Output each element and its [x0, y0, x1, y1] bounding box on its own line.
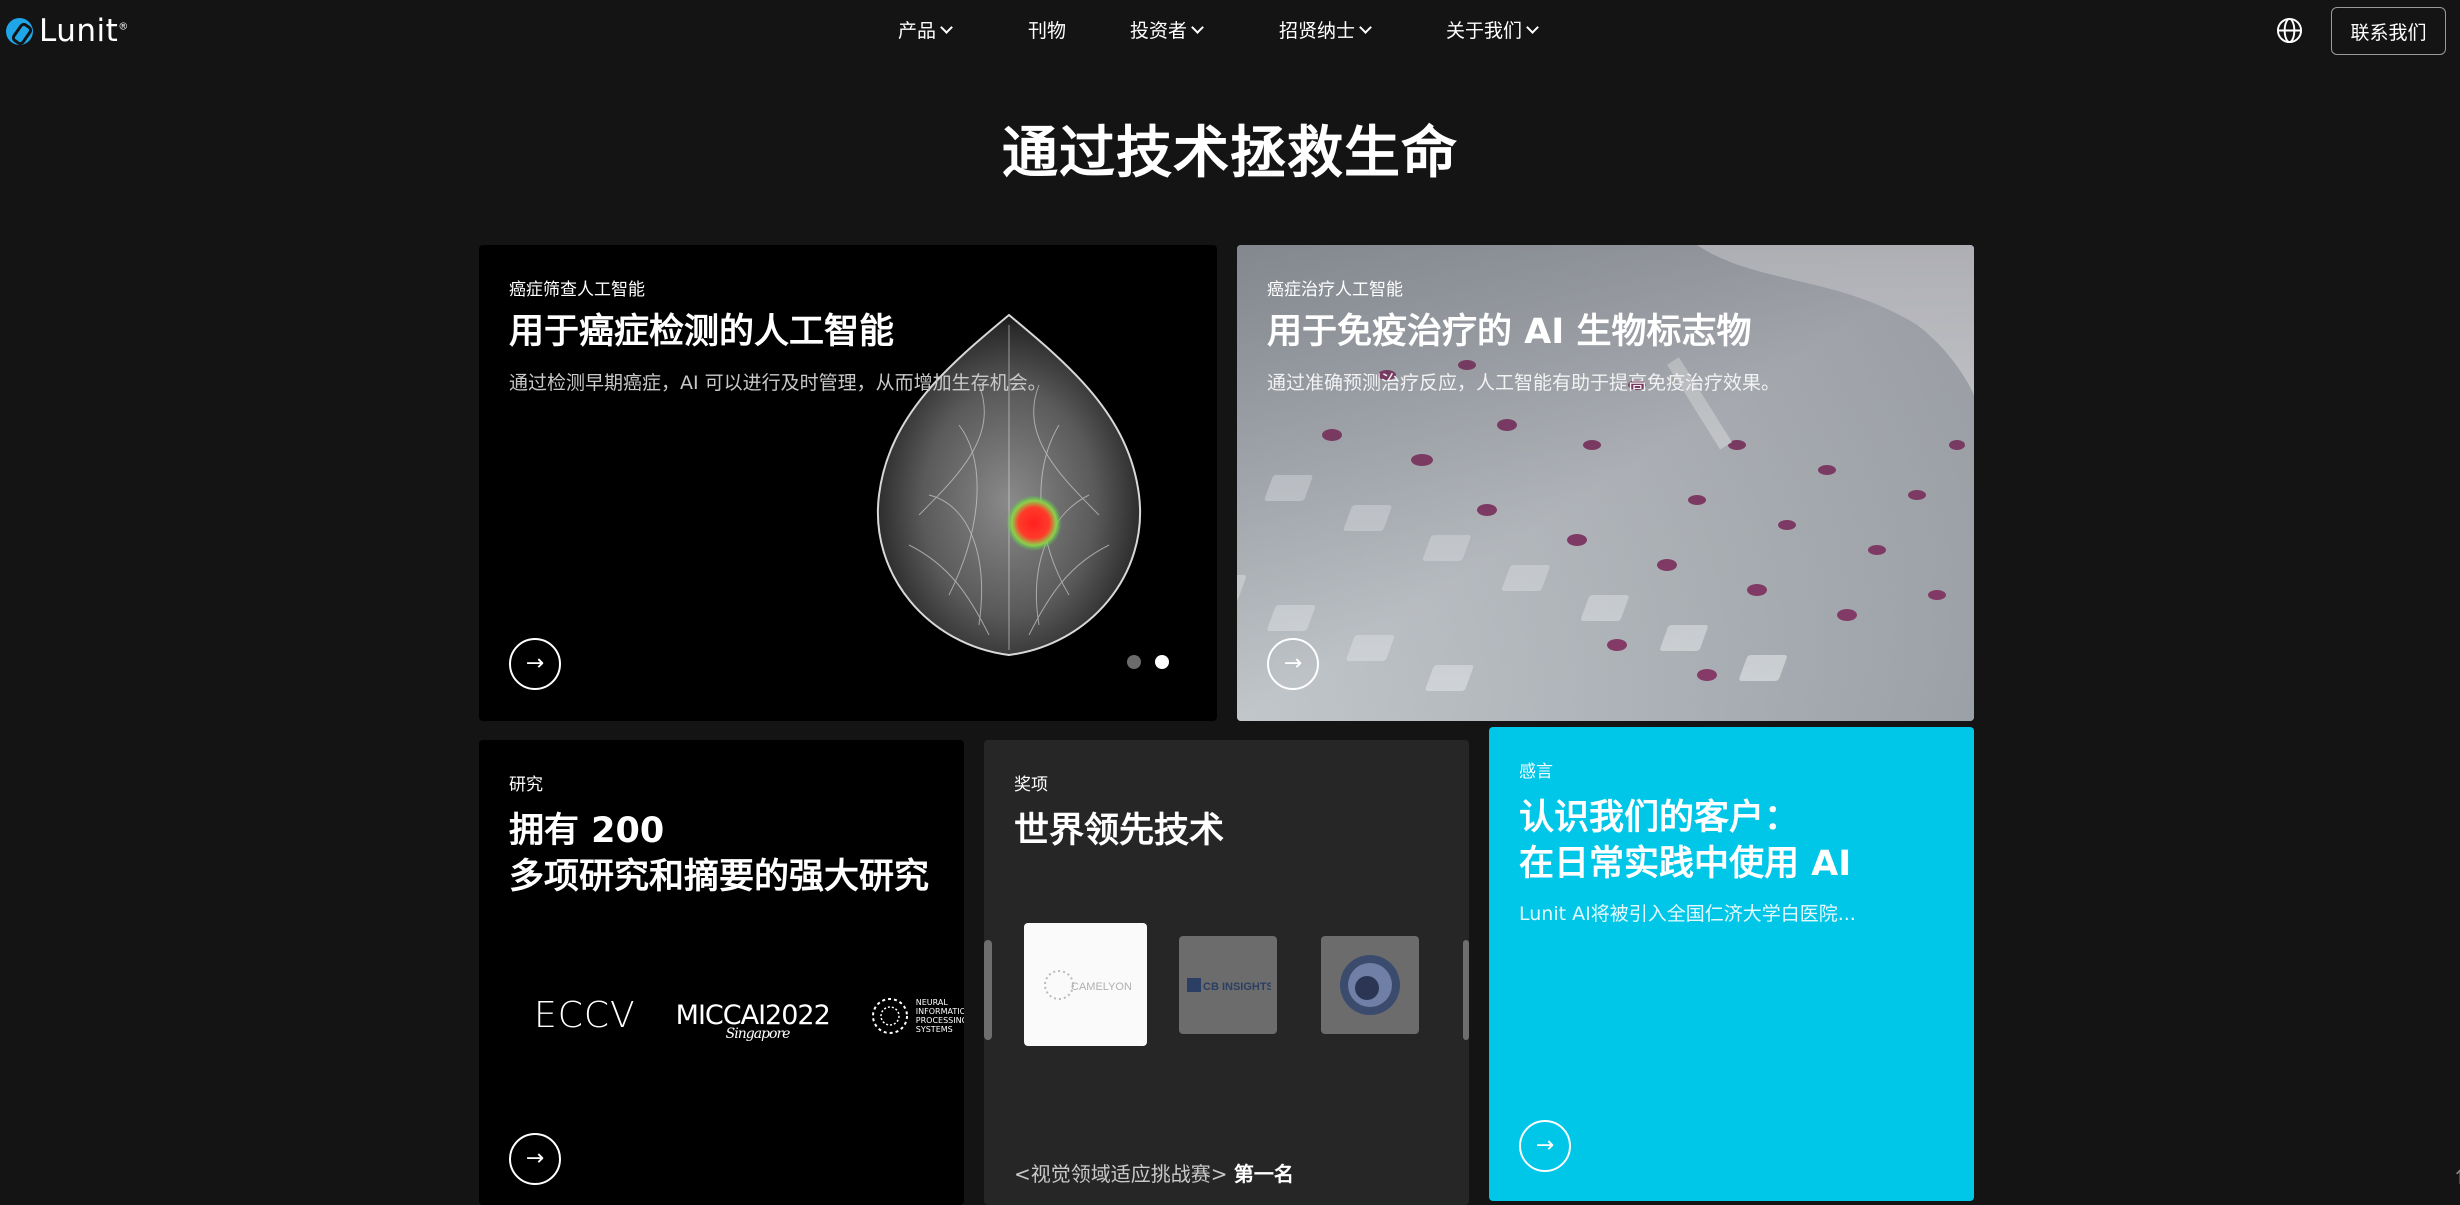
award-caption: <视觉领域适应挑战赛> 第一名: [1014, 1162, 1294, 1186]
lunit-logo-mark-icon: [6, 17, 33, 45]
camelyon-logo: CAMELYON17: [1024, 923, 1147, 1046]
conference-logos: ECCV MICCAI2022 Singapore NEURAL INFORMA…: [534, 995, 964, 1042]
card-arrow-button[interactable]: →: [509, 638, 561, 690]
arrow-right-icon: →: [525, 651, 545, 676]
award-trophy-logo: [1321, 936, 1419, 1034]
contact-us-button[interactable]: 联系我们: [2331, 7, 2446, 55]
menu-item-publications[interactable]: 刊物: [1028, 16, 1066, 43]
carousel-dot[interactable]: [1127, 655, 1141, 669]
card-kicker: 研究: [509, 775, 543, 795]
chevron-down-icon: [1191, 20, 1204, 34]
awards-logo-carousel: CAMELYON17 CB INSIGHTS: [984, 923, 1469, 1070]
menu-item-careers[interactable]: 招贤纳士: [1279, 16, 1372, 43]
carousel-dots: [1127, 655, 1169, 669]
menu-item-about[interactable]: 关于我们: [1446, 16, 1539, 43]
miccai-logo: MICCAI2022 Singapore: [675, 1000, 831, 1042]
menu-item-label: 招贤纳士: [1279, 20, 1356, 42]
card-kicker: 感言: [1519, 762, 1553, 782]
menu-item-label: 产品: [898, 20, 937, 42]
lunit-logo[interactable]: Lunit®: [6, 13, 129, 49]
card-description: 通过准确预测治疗反应，人工智能有助于提高免疫治疗效果。: [1267, 372, 1781, 394]
chevron-down-icon: [940, 20, 953, 34]
chevron-down-icon: [1359, 20, 1372, 34]
menu-item-investors[interactable]: 投资者: [1130, 16, 1204, 43]
cbinsights-logo: CB INSIGHTS: [1179, 936, 1277, 1034]
card-kicker: 癌症治疗人工智能: [1267, 280, 1403, 300]
neurips-mark-icon: [871, 997, 908, 1034]
svg-text:CB INSIGHTS: CB INSIGHTS: [1203, 981, 1271, 993]
card-testimonial[interactable]: 感言 认识我们的客户： 在日常实践中使用 AI Lunit AI将被引入全国仁济…: [1489, 727, 1974, 1201]
arrow-right-icon: →: [1283, 651, 1303, 676]
logo-text: Lunit®: [39, 13, 129, 49]
mammogram-image: [876, 313, 1142, 657]
menu-item-label: 投资者: [1130, 20, 1188, 42]
top-navbar: Lunit® 产品 刊物 投资者 招贤纳士 关于我们 联系我们: [0, 0, 2460, 62]
globe-icon[interactable]: [2276, 17, 2303, 44]
menu-item-label: 关于我们: [1446, 20, 1523, 42]
scroll-indicator-icon: ↑: [2452, 1165, 2460, 1189]
arrow-right-icon: →: [1535, 1133, 1555, 1158]
card-research[interactable]: 研究 拥有 200 多项研究和摘要的强大研究 ECCV MICCAI2022 S…: [479, 740, 964, 1205]
card-kicker: 癌症筛查人工智能: [509, 280, 645, 300]
card-arrow-button[interactable]: →: [1519, 1120, 1571, 1172]
card-description: Lunit AI将被引入全国仁济大学白医院...: [1519, 903, 1856, 925]
card-headline: 用于癌症检测的人工智能: [509, 312, 895, 352]
card-arrow-button[interactable]: →: [1267, 638, 1319, 690]
award-logo-partial: [984, 940, 992, 1040]
card-headline: 世界领先技术: [1014, 811, 1225, 851]
svg-text:CAMELYON17: CAMELYON17: [1071, 981, 1131, 993]
chevron-down-icon: [1526, 20, 1539, 34]
card-headline: 认识我们的客户： 在日常实践中使用 AI: [1519, 798, 1852, 884]
neurips-logo: NEURAL INFORMATION PROCESSING SYSTEMS: [870, 996, 964, 1036]
card-arrow-button[interactable]: →: [509, 1133, 561, 1185]
card-cancer-screening[interactable]: 癌症筛查人工智能 用于癌症检测的人工智能 通过检测早期癌症，AI 可以进行及时管…: [479, 245, 1217, 721]
menu-item-products[interactable]: 产品: [898, 16, 953, 43]
page-title: 通过技术拯救生命: [1002, 121, 1458, 186]
card-kicker: 奖项: [1014, 775, 1048, 795]
card-cancer-therapy[interactable]: 癌症治疗人工智能 用于免疫治疗的 AI 生物标志物 通过准确预测治疗反应，人工智…: [1237, 245, 1974, 721]
card-headline: 拥有 200 多项研究和摘要的强大研究: [509, 811, 930, 897]
card-awards[interactable]: 奖项 世界领先技术 CAMELYON17 CB INSIGHTS <视觉领域适应: [984, 740, 1469, 1205]
arrow-right-icon: →: [525, 1146, 545, 1171]
carousel-dot-active[interactable]: [1155, 655, 1169, 669]
menu-item-label: 刊物: [1028, 20, 1067, 42]
card-headline: 用于免疫治疗的 AI 生物标志物: [1267, 312, 1752, 352]
card-description: 通过检测早期癌症，AI 可以进行及时管理，从而增加生存机会。: [509, 372, 1047, 394]
eccv-logo: ECCV: [534, 995, 636, 1036]
award-logo-partial: [1463, 940, 1469, 1040]
